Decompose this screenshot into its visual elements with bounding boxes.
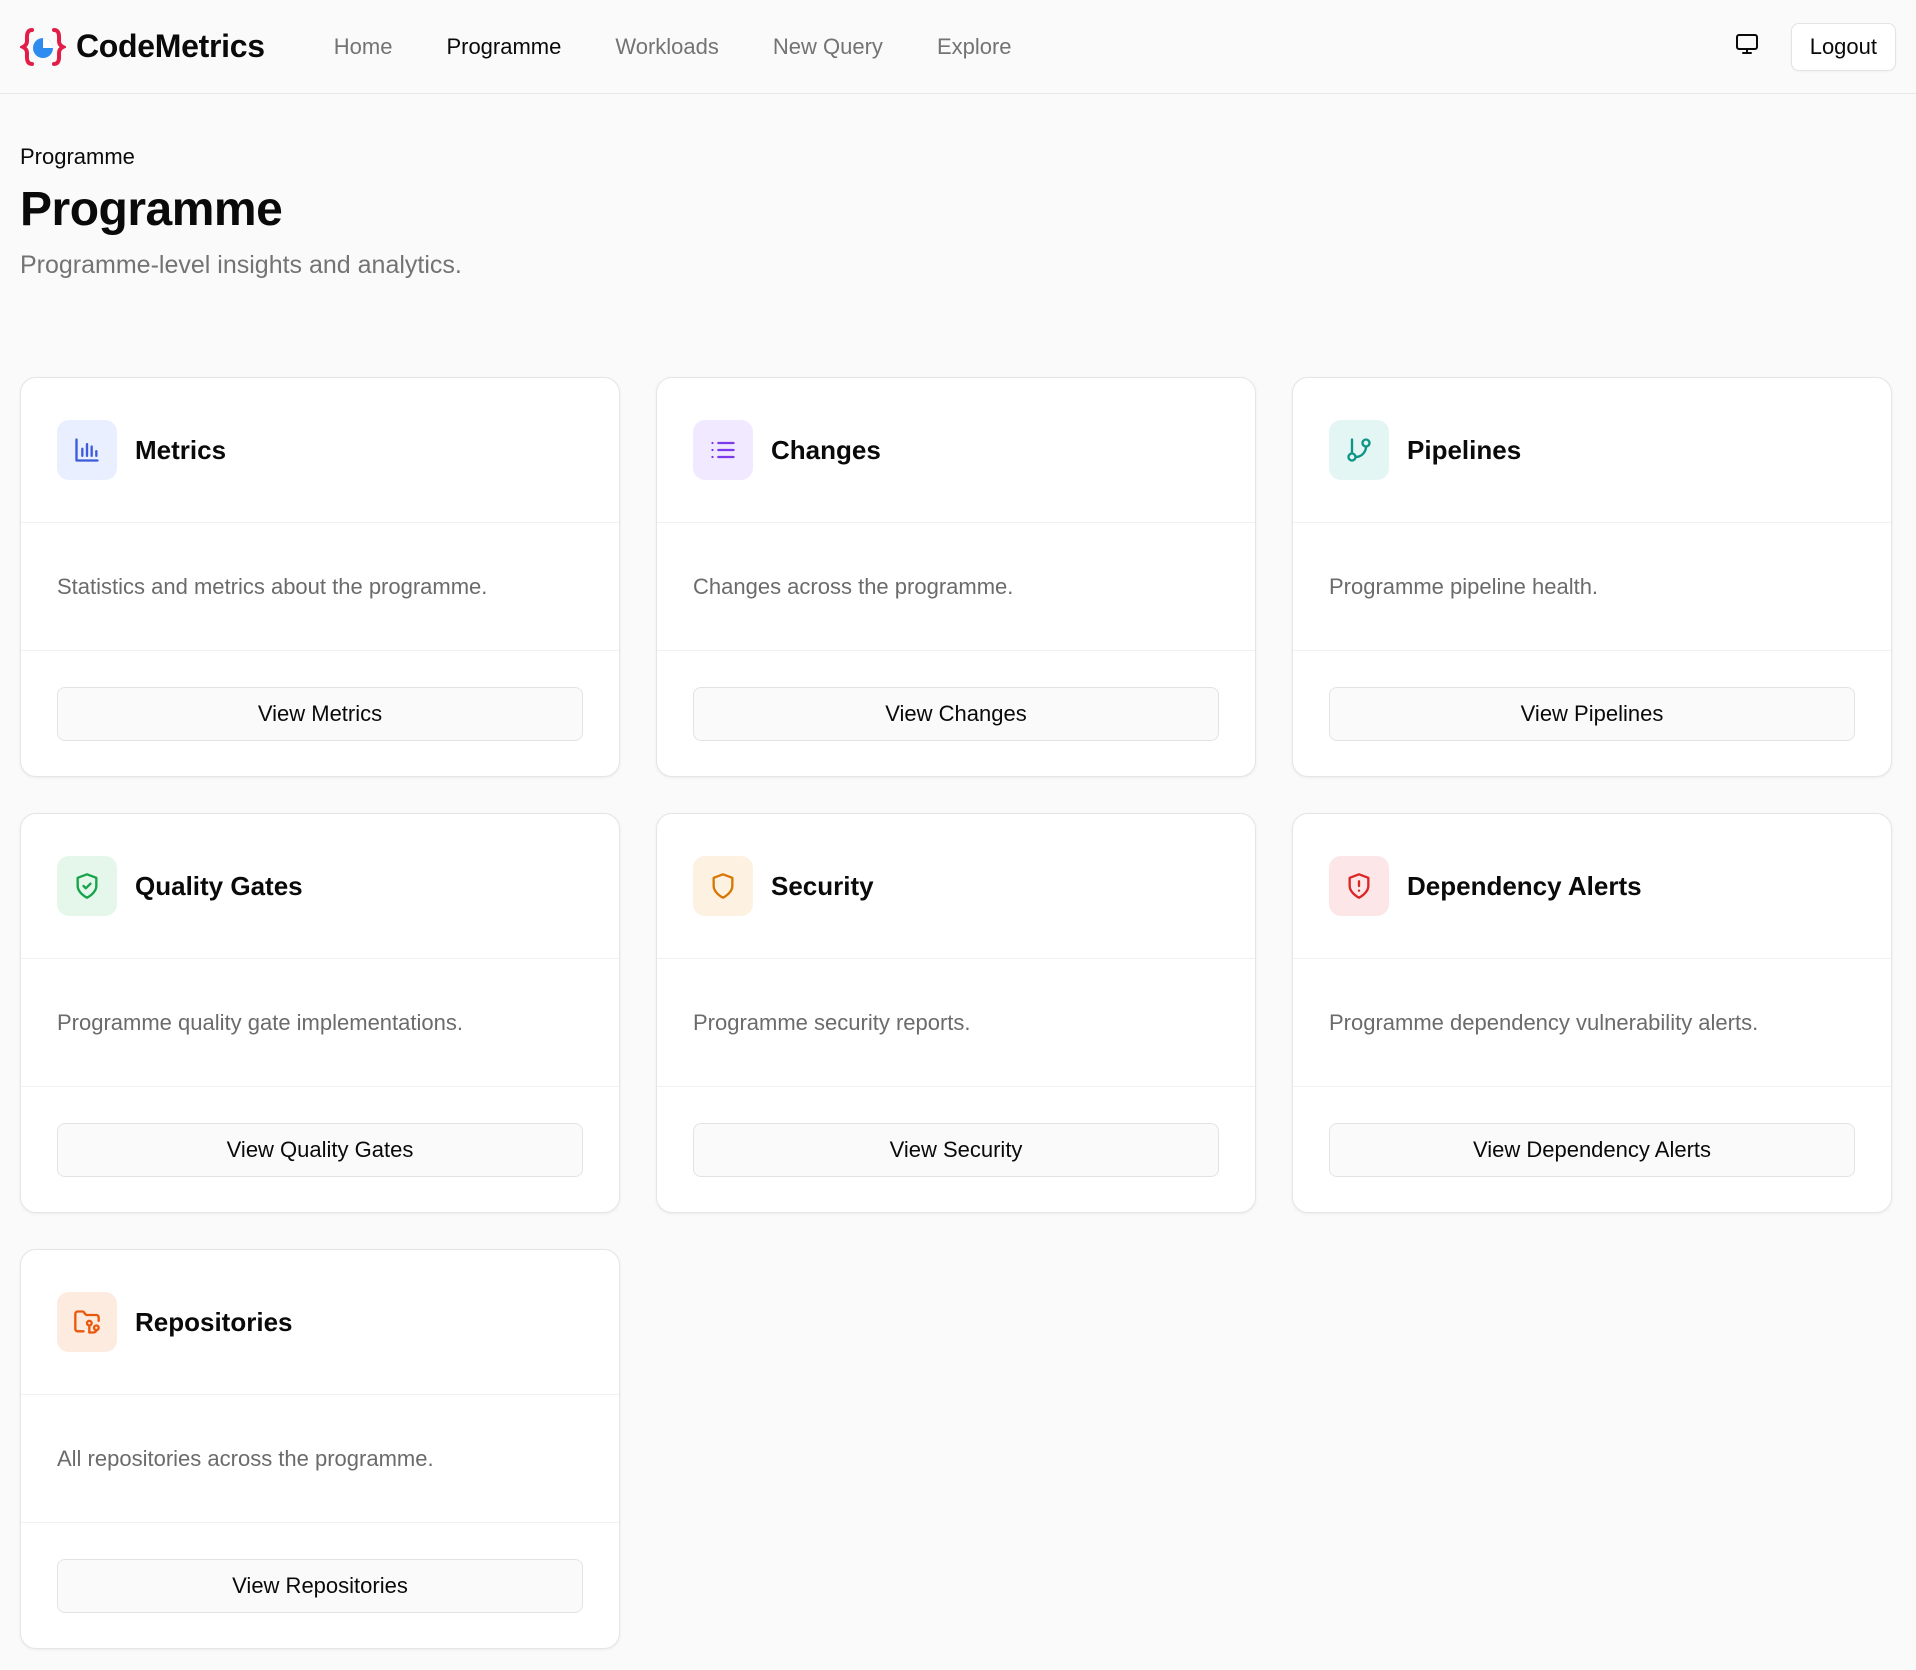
card-description: All repositories across the programme. <box>57 1445 434 1471</box>
card-header: Metrics <box>21 378 619 523</box>
nav-link-home[interactable]: Home <box>307 34 420 60</box>
card-header: Repositories <box>21 1250 619 1395</box>
view-quality-gates-button[interactable]: View Quality Gates <box>57 1122 583 1177</box>
card-body: Changes across the programme. <box>657 523 1255 651</box>
card-header: Quality Gates <box>21 814 619 959</box>
shield-check-icon <box>57 856 117 916</box>
card-header: Pipelines <box>1293 378 1891 523</box>
card-repositories: Repositories All repositories across the… <box>20 1249 620 1649</box>
theme-toggle-button[interactable] <box>1723 23 1771 71</box>
breadcrumb[interactable]: Programme <box>20 144 1896 170</box>
card-footer: View Changes <box>657 651 1255 776</box>
card-body: Programme quality gate implementations. <box>21 959 619 1087</box>
card-pipelines: Pipelines Programme pipeline health. Vie… <box>1292 377 1892 777</box>
card-footer: View Repositories <box>21 1523 619 1648</box>
card-header: Security <box>657 814 1255 959</box>
card-title: Pipelines <box>1407 434 1522 465</box>
card-body: Programme pipeline health. <box>1293 523 1891 651</box>
nav-link-workloads[interactable]: Workloads <box>588 34 746 60</box>
view-dependency-alerts-button[interactable]: View Dependency Alerts <box>1329 1122 1855 1177</box>
card-title: Changes <box>771 434 881 465</box>
card-description: Statistics and metrics about the program… <box>57 573 488 599</box>
card-footer: View Dependency Alerts <box>1293 1087 1891 1212</box>
card-body: Programme security reports. <box>657 959 1255 1087</box>
view-metrics-button[interactable]: View Metrics <box>57 686 583 741</box>
folder-git-icon <box>57 1292 117 1352</box>
git-branch-icon <box>1329 420 1389 480</box>
shield-icon <box>693 856 753 916</box>
list-icon <box>693 420 753 480</box>
braces-logo-icon <box>20 24 66 70</box>
card-body: All repositories across the programme. <box>21 1395 619 1523</box>
bar-chart-icon <box>57 420 117 480</box>
card-description: Programme security reports. <box>693 1009 971 1035</box>
card-changes: Changes Changes across the programme. Vi… <box>656 377 1256 777</box>
page-subtitle: Programme-level insights and analytics. <box>20 250 462 279</box>
card-description: Programme quality gate implementations. <box>57 1009 463 1035</box>
view-pipelines-button[interactable]: View Pipelines <box>1329 686 1855 741</box>
card-header: Dependency Alerts <box>1293 814 1891 959</box>
card-footer: View Pipelines <box>1293 651 1891 776</box>
view-repositories-button[interactable]: View Repositories <box>57 1558 583 1613</box>
card-body: Statistics and metrics about the program… <box>21 523 619 651</box>
card-title: Repositories <box>135 1306 293 1337</box>
nav-link-new-query[interactable]: New Query <box>746 34 910 60</box>
page-header: Programme Programme Programme-level insi… <box>0 94 1916 280</box>
card-header: Changes <box>657 378 1255 523</box>
card-description: Changes across the programme. <box>693 573 1014 599</box>
view-security-button[interactable]: View Security <box>693 1122 1219 1177</box>
card-security: Security Programme security reports. Vie… <box>656 813 1256 1213</box>
card-metrics: Metrics Statistics and metrics about the… <box>20 377 620 777</box>
shield-alert-icon <box>1329 856 1389 916</box>
brand[interactable]: CodeMetrics <box>20 24 265 70</box>
monitor-icon <box>1735 32 1759 61</box>
view-changes-button[interactable]: View Changes <box>693 686 1219 741</box>
card-footer: View Metrics <box>21 651 619 776</box>
card-title: Quality Gates <box>135 870 303 901</box>
card-footer: View Quality Gates <box>21 1087 619 1212</box>
top-navigation-bar: CodeMetrics Home Programme Workloads New… <box>0 0 1916 94</box>
card-dependency-alerts: Dependency Alerts Programme dependency v… <box>1292 813 1892 1213</box>
card-description: Programme pipeline health. <box>1329 573 1599 599</box>
nav-link-explore[interactable]: Explore <box>910 34 1039 60</box>
nav-link-programme[interactable]: Programme <box>419 34 588 60</box>
card-title: Dependency Alerts <box>1407 870 1642 901</box>
card-title: Security <box>771 870 874 901</box>
logout-button[interactable]: Logout <box>1790 22 1896 71</box>
card-description: Programme dependency vulnerability alert… <box>1329 1009 1759 1035</box>
card-footer: View Security <box>657 1087 1255 1212</box>
card-title: Metrics <box>135 434 227 465</box>
cards-grid: Metrics Statistics and metrics about the… <box>20 377 1893 1649</box>
card-body: Programme dependency vulnerability alert… <box>1293 959 1891 1087</box>
main-nav: Home Programme Workloads New Query Explo… <box>307 34 1039 60</box>
card-quality-gates: Quality Gates Programme quality gate imp… <box>20 813 620 1213</box>
page-title: Programme <box>20 183 283 236</box>
brand-name: CodeMetrics <box>76 28 265 64</box>
